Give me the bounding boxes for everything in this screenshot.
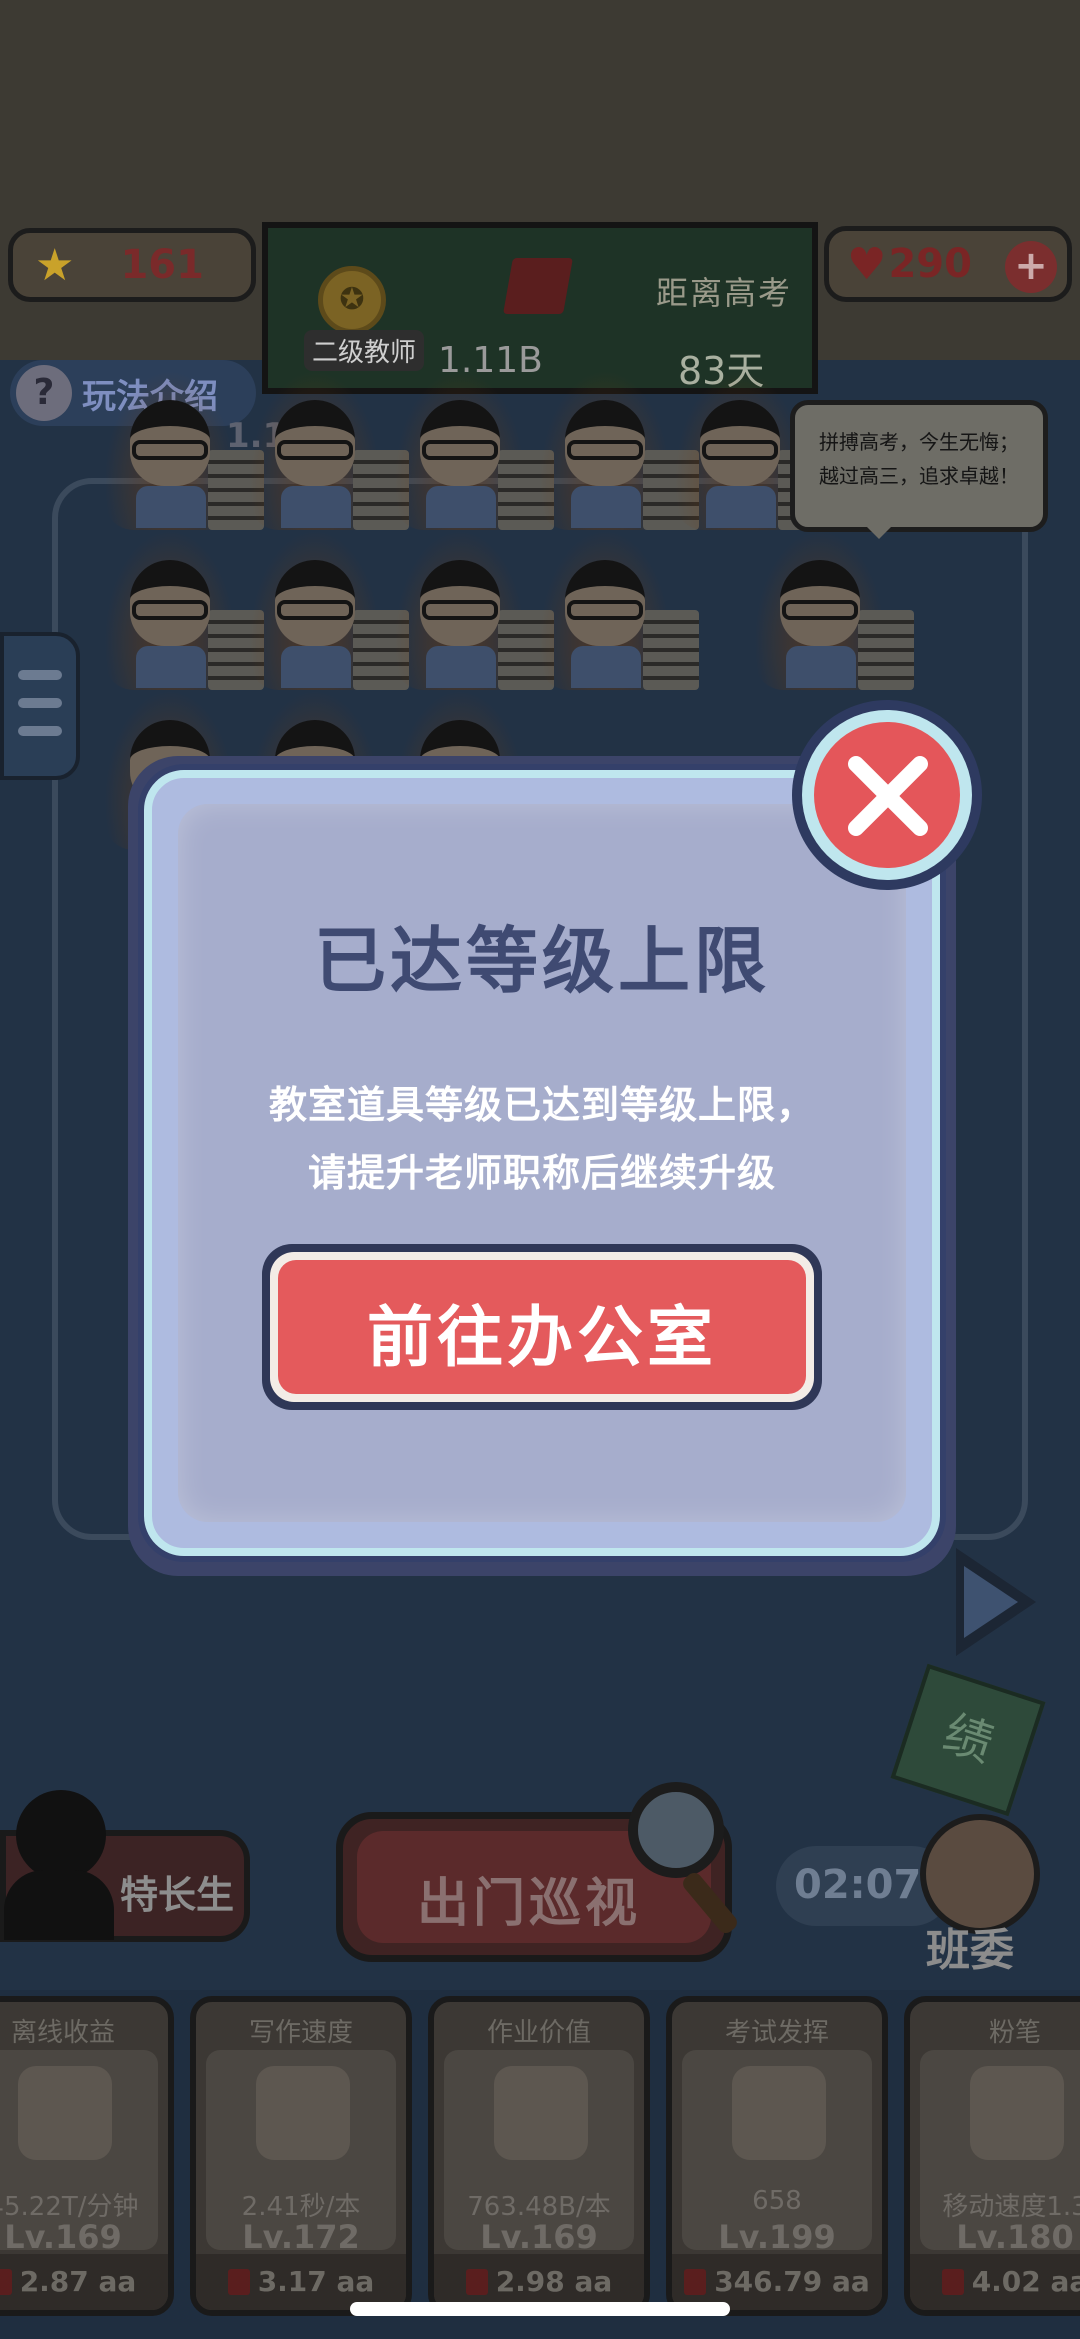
- book-icon: [0, 2269, 12, 2295]
- exam-paper-icon: [732, 2066, 826, 2160]
- student[interactable]: [674, 370, 834, 530]
- book-icon: [941, 2269, 964, 2295]
- upgrade-title: 作业价值: [486, 2018, 591, 2048]
- upgrade-card-homework-value[interactable]: 作业价值 763.48B/本 Lv.169 2.98 aa: [428, 1996, 650, 2316]
- menu-icon: [18, 698, 62, 708]
- go-to-office-button[interactable]: 前往办公室: [262, 1244, 822, 1410]
- student[interactable]: [394, 530, 554, 690]
- upgrade-title: 离线收益: [10, 2018, 115, 2048]
- upgrade-cost: 346.79 aa: [714, 2265, 870, 2298]
- dialog-title: 已达等级上限: [313, 919, 770, 1003]
- upgrade-bar: 离线收益 45.22T/分钟 Lv.169 2.87 aa 写作速度 2.41秒…: [0, 1996, 1080, 2326]
- menu-icon: [18, 726, 62, 736]
- student[interactable]: [539, 370, 699, 530]
- student[interactable]: [249, 370, 409, 530]
- stars-counter: ★ 161: [8, 228, 256, 302]
- go-to-office-label: 前往办公室: [367, 1299, 717, 1376]
- student[interactable]: [394, 370, 554, 530]
- student[interactable]: [104, 530, 264, 690]
- heart-icon: ♥: [847, 238, 887, 290]
- upgrade-stat: 658: [752, 2186, 802, 2216]
- upgrade-card-exam-performance[interactable]: 考试发挥 658 Lv.199 346.79 aa: [666, 1996, 888, 2316]
- patrol-label: 出门巡视: [417, 1874, 642, 1934]
- book-icon: [227, 2269, 250, 2295]
- open-book-icon: [494, 2066, 588, 2160]
- menu-icon: [18, 670, 62, 680]
- chalk-icon: [970, 2066, 1064, 2160]
- monitor-label: 班委: [926, 1925, 1014, 1976]
- book-icon: [465, 2269, 488, 2295]
- upgrade-card-offline-income[interactable]: 离线收益 45.22T/分钟 Lv.169 2.87 aa: [0, 1996, 174, 2316]
- countdown-label: 距离高考: [656, 274, 793, 312]
- upgrade-level: Lv.169: [480, 2218, 598, 2256]
- study-kid-icon: [18, 2066, 112, 2160]
- upgrade-level: Lv.199: [718, 2218, 836, 2256]
- speech-line-1: 拼搏高考，今生无悔；: [819, 430, 1019, 454]
- play-icon: [964, 1566, 1018, 1638]
- shadow-student-icon: [4, 1790, 114, 1940]
- speech-bubble: 拼搏高考，今生无悔； 越过高三，追求卓越！: [790, 400, 1048, 539]
- upgrade-cost: 2.98 aa: [495, 2265, 613, 2298]
- stars-value: 161: [120, 242, 204, 288]
- book-icon: [684, 2269, 707, 2295]
- class-monitor-button[interactable]: 班委: [910, 1814, 1046, 1976]
- dialog-message-line-1: 教室道具等级已达到等级上限，: [268, 1083, 815, 1127]
- upgrade-card-chalk[interactable]: 粉笔 移动速度1.3 Lv.180 4.02 aa: [904, 1996, 1080, 2316]
- level-limit-dialog: 已达等级上限 教室道具等级已达到等级上限， 请提升老师职称后继续升级 前往办公室: [144, 770, 940, 1556]
- dialog-message-line-2: 请提升老师职称后继续升级: [307, 1151, 776, 1195]
- muscle-arm-icon: [256, 2066, 350, 2160]
- upgrade-title: 粉笔: [988, 2018, 1041, 2048]
- upgrade-cost-button[interactable]: 2.87 aa: [0, 2254, 168, 2310]
- home-indicator[interactable]: [350, 2302, 730, 2316]
- upgrade-cost: 2.87 aa: [19, 2265, 137, 2298]
- timer-value: 02:07: [794, 1862, 922, 1908]
- upgrade-title: 考试发挥: [724, 2018, 829, 2048]
- speech-line-2: 越过高三，追求卓越！: [819, 464, 1019, 488]
- book-icon: [503, 258, 573, 314]
- student[interactable]: [104, 370, 264, 530]
- rank-board[interactable]: ✪ 二级教师 1.11B 距离高考 83天: [262, 222, 818, 394]
- upgrade-title: 写作速度: [248, 2018, 353, 2048]
- upgrade-level: Lv.169: [4, 2218, 122, 2256]
- student[interactable]: [539, 530, 699, 690]
- magnifier-icon: [628, 1782, 724, 1878]
- upgrade-level: Lv.172: [242, 2218, 360, 2256]
- star-icon: ★: [35, 239, 75, 291]
- close-button[interactable]: [792, 700, 982, 890]
- upgrade-cost: 3.17 aa: [257, 2265, 375, 2298]
- close-icon: [848, 756, 928, 836]
- question-icon: ?: [16, 365, 72, 421]
- student[interactable]: [249, 530, 409, 690]
- upgrade-level: Lv.180: [956, 2218, 1074, 2256]
- upgrade-cost-button[interactable]: 4.02 aa: [910, 2254, 1080, 2310]
- dialog-body: 已达等级上限 教室道具等级已达到等级上限， 请提升老师职称后继续升级 前往办公室: [178, 804, 906, 1522]
- hearts-value: 290: [888, 241, 972, 287]
- upgrade-cost: 4.02 aa: [971, 2265, 1080, 2298]
- upgrade-card-writing-speed[interactable]: 写作速度 2.41秒/本 Lv.172 3.17 aa: [190, 1996, 412, 2316]
- hearts-counter: ♥ 290 +: [824, 226, 1072, 302]
- add-hearts-button[interactable]: +: [1005, 241, 1057, 293]
- side-menu-button[interactable]: [0, 632, 80, 780]
- medal-icon: ✪: [318, 266, 386, 334]
- student[interactable]: [754, 530, 914, 690]
- teacher-rank: 二级教师: [304, 330, 425, 371]
- special-student-label: 特长生: [120, 1873, 235, 1917]
